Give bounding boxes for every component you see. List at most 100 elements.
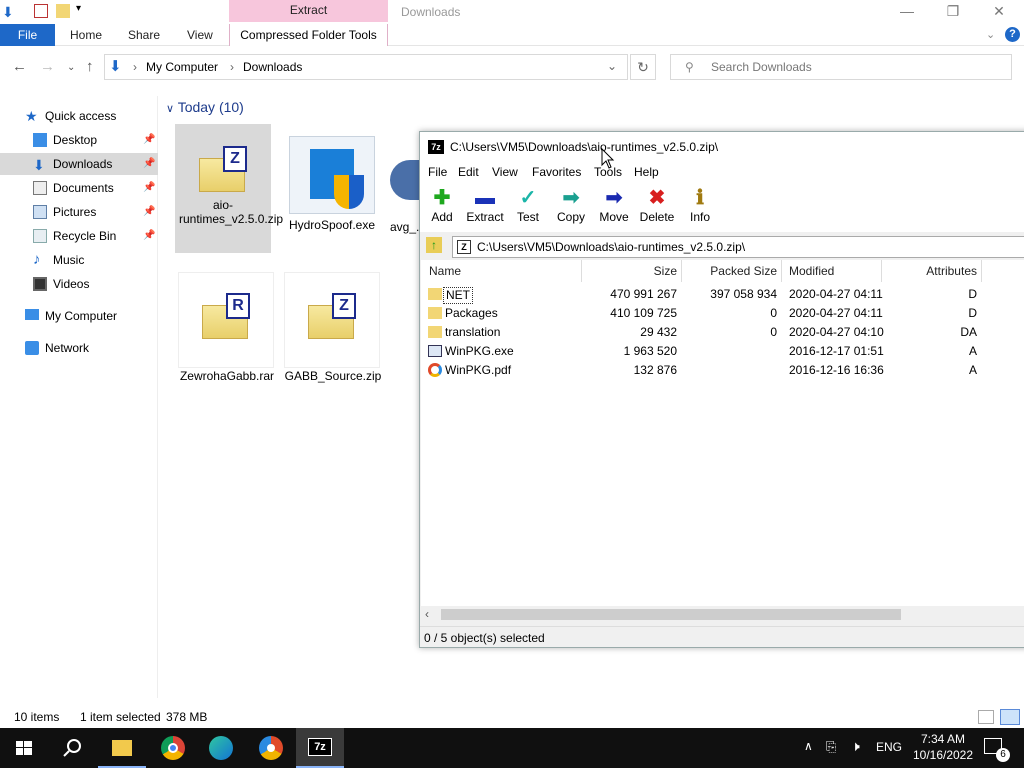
customize-toolbar-icon[interactable]: ▾ [76,3,81,14]
pin-icon[interactable]: 📌 [143,153,155,175]
pin-icon[interactable]: 📌 [143,129,155,151]
tab-view[interactable]: View [187,24,213,46]
downloads-icon: ⬇ [109,58,122,75]
scrollbar-thumb[interactable] [441,609,901,620]
table-row[interactable]: WinPKG.pdf 132 876 2016-12-16 16:36 A [421,361,1024,380]
menu-edit[interactable]: Edit [458,162,479,182]
refresh-button[interactable]: ↻ [630,54,656,80]
table-row[interactable]: WinPKG.exe 1 963 520 2016-12-17 01:51 A [421,342,1024,361]
column-header-size[interactable]: Size [583,260,677,282]
sevenzip-taskbar-button[interactable]: 7z [296,728,344,768]
network-icon[interactable]: ⎘ [826,739,836,755]
move-button[interactable]: ➡ Move [594,186,634,224]
minimize-icon[interactable]: — [884,0,930,24]
breadcrumb-downloads[interactable]: Downloads [243,60,302,74]
file-explorer-taskbar-button[interactable] [98,728,146,768]
breadcrumb-chevron-icon[interactable]: › [230,60,234,74]
nav-desktop[interactable]: Desktop 📌 [0,129,158,151]
maximize-icon[interactable]: ❐ [930,0,976,24]
nav-label: Music [53,253,85,267]
nav-downloads[interactable]: ⬇ Downloads 📌 [0,153,158,175]
breadcrumb-chevron-icon[interactable]: › [133,60,137,74]
properties-icon[interactable] [34,4,48,18]
extract-context-tab[interactable]: Extract [229,0,388,22]
nav-music[interactable]: ♪ Music [0,249,158,271]
browser-taskbar-button[interactable] [246,728,294,768]
show-hidden-icons-icon[interactable]: ∧ [804,739,813,753]
breadcrumb-my-computer[interactable]: My Computer [146,60,218,74]
column-header-modified[interactable]: Modified [789,260,834,282]
sevenzip-toolbar: ✚ Add ▬ Extract ✓ Test ➡ Copy ➡ Move ✖ Delete … [420,182,1024,232]
up-icon[interactable]: ↑ [86,58,94,75]
row-attributes: D [968,287,977,301]
edge-taskbar-button[interactable] [196,728,244,768]
nav-documents[interactable]: Documents 📌 [0,177,158,199]
back-icon[interactable]: ← [12,58,27,75]
search-button[interactable] [48,728,96,768]
info-button[interactable]: ℹ Info [680,186,720,224]
file-tile[interactable]: Z aio-runtimes_v2.5.0.zip [175,124,283,253]
nav-pictures[interactable]: Pictures 📌 [0,201,158,223]
volume-icon[interactable]: 🕨 [851,738,860,755]
tab-file[interactable]: File [0,24,55,46]
sevenzip-titlebar[interactable]: 7z C:\Users\VM5\Downloads\aio-runtimes_v… [420,132,1024,162]
file-tile[interactable]: R [178,272,274,368]
nav-label: Quick access [45,109,117,123]
menu-file[interactable]: File [428,162,447,182]
horizontal-scrollbar[interactable]: ‹ [421,606,1024,623]
pin-icon[interactable]: 📌 [143,201,155,223]
computer-icon [25,309,39,320]
menu-favorites[interactable]: Favorites [532,162,581,182]
language-indicator[interactable]: ENG [876,740,902,754]
row-packed-size: 397 058 934 [710,287,777,301]
pin-icon[interactable]: 📌 [143,225,155,247]
quick-access-toolbar-down-icon[interactable]: ⬇ [2,4,14,21]
nav-videos[interactable]: Videos [0,273,158,295]
pin-icon[interactable]: 📌 [143,177,155,199]
column-header-attributes[interactable]: Attributes [881,260,977,282]
scroll-left-icon[interactable]: ‹ [425,607,429,621]
nav-recycle-bin[interactable]: Recycle Bin 📌 [0,225,158,247]
close-icon[interactable]: ✕ [976,0,1022,24]
new-folder-icon[interactable] [56,4,70,18]
table-row[interactable]: Packages 410 109 725 0 2020-04-27 04:11 … [421,304,1024,323]
address-bar[interactable]: ⬇ › My Computer › Downloads ⌄ [104,54,628,80]
large-icons-view-icon[interactable] [1000,709,1020,725]
delete-button[interactable]: ✖ Delete [637,186,677,224]
tab-share[interactable]: Share [128,24,160,46]
nav-quick-access[interactable]: ★ Quick access [0,105,158,127]
extract-button[interactable]: ▬ Extract [465,186,505,224]
add-button[interactable]: ✚ Add [422,186,462,224]
nav-network[interactable]: Network [0,337,158,359]
help-icon[interactable]: ? [1005,27,1020,42]
details-view-icon[interactable] [978,710,994,724]
menu-help[interactable]: Help [634,162,659,182]
path-input[interactable]: Z C:\Users\VM5\Downloads\aio-runtimes_v2… [452,236,1024,258]
column-header-packed-size[interactable]: Packed Size [683,260,777,282]
forward-icon[interactable]: → [40,58,55,75]
file-tile[interactable]: HydroSpoof.exe [284,136,380,232]
test-button[interactable]: ✓ Test [508,186,548,224]
sevenzip-logo-icon: 7z [428,140,444,154]
ribbon-expand-icon[interactable]: ⌄ [986,28,995,41]
start-button[interactable] [0,728,48,768]
column-header-name[interactable]: Name [429,260,461,282]
group-header-today[interactable]: ∨ Today (10) [166,99,244,115]
tab-home[interactable]: Home [70,24,102,46]
table-row[interactable]: NET 470 991 267 397 058 934 2020-04-27 0… [421,285,1024,304]
taskbar: 7z ∧ ⎘ 🕨 ENG 7:34 AM 10/16/2022 6 [0,728,1024,768]
search-input[interactable]: ⚲ Search Downloads [670,54,1012,80]
recent-locations-icon[interactable]: ⌄ [67,62,75,73]
file-tile[interactable]: Z [284,272,380,368]
selected-size: 378 MB [166,710,208,724]
file-tile[interactable]: avg_...ser_s [390,160,420,234]
clock[interactable]: 7:34 AM 10/16/2022 [908,731,978,763]
address-dropdown-icon[interactable]: ⌄ [607,59,617,73]
tab-compressed-folder-tools[interactable]: Compressed Folder Tools [229,24,388,46]
folder-up-icon[interactable]: ↑ [426,237,442,253]
table-row[interactable]: translation 29 432 0 2020-04-27 04:10 DA [421,323,1024,342]
menu-view[interactable]: View [492,162,518,182]
copy-button[interactable]: ➡ Copy [551,186,591,224]
chrome-taskbar-button[interactable] [148,728,196,768]
nav-my-computer[interactable]: My Computer [0,305,158,327]
